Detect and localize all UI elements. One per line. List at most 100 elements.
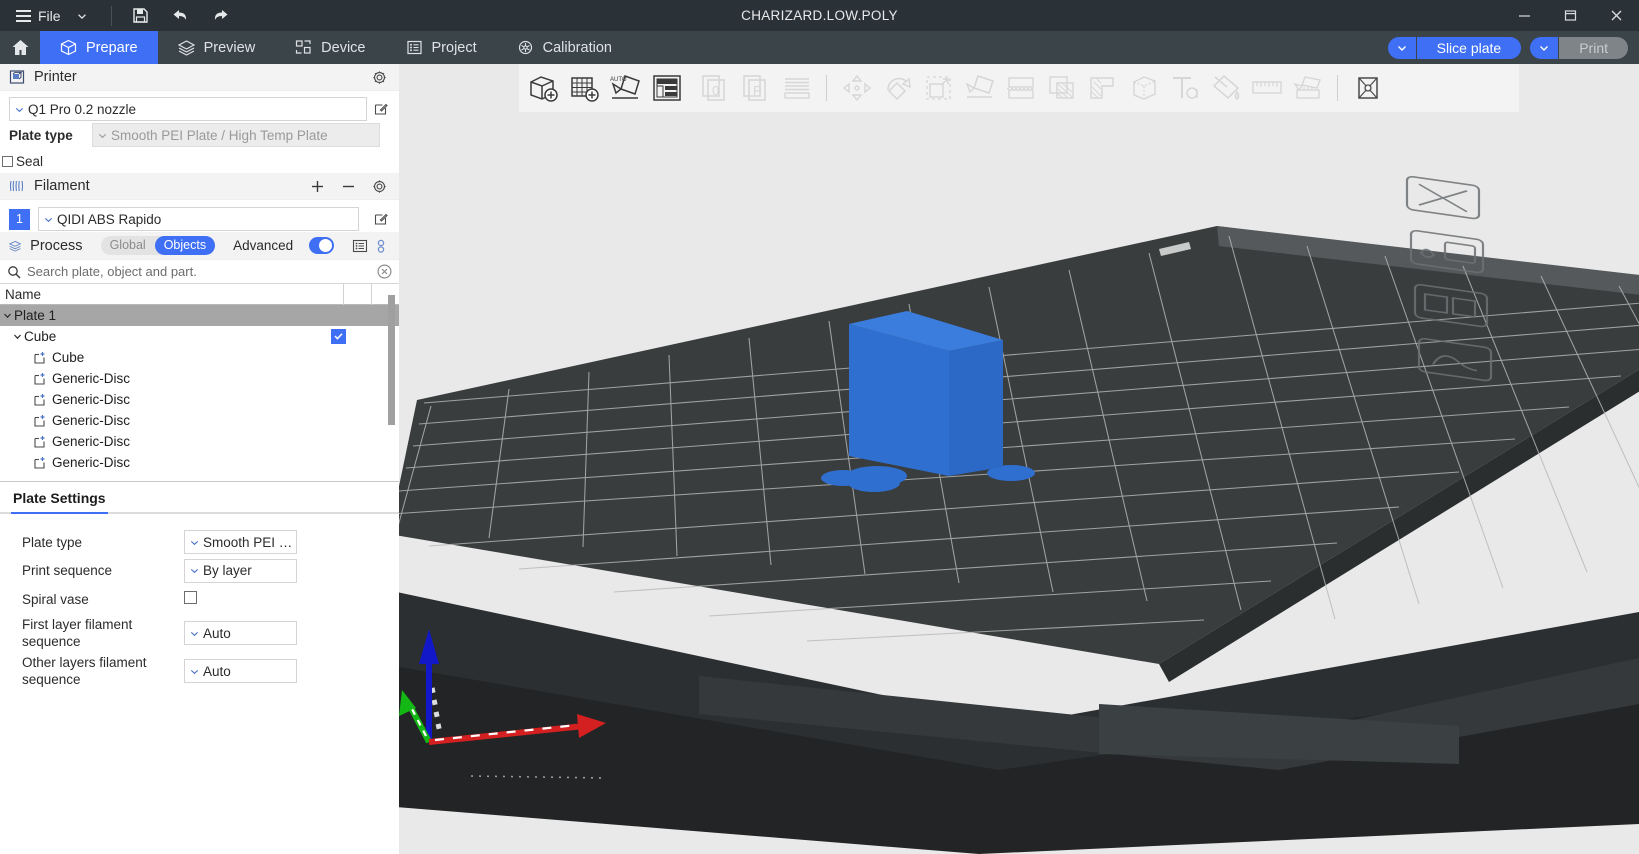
advanced-toggle[interactable] [309, 237, 335, 254]
slice-plate-button[interactable]: Slice plate [1416, 36, 1522, 59]
3d-viewport[interactable]: AUTO 0 P [399, 64, 1639, 854]
plate-type-setting-combo[interactable]: Smooth PEI … [184, 530, 297, 554]
add-filament-0-button[interactable]: 0 [694, 68, 735, 109]
minimize-icon [1518, 15, 1530, 17]
seal-row[interactable]: Seal [0, 149, 399, 173]
move-button[interactable] [836, 68, 877, 109]
slice-dropdown-button[interactable] [1387, 36, 1416, 59]
tab-project[interactable]: Project [386, 31, 497, 64]
table-row[interactable]: Plate 1 [0, 305, 399, 326]
measure-button[interactable] [1246, 68, 1287, 109]
table-row[interactable]: Generic-Disc [0, 452, 399, 473]
process-scope-objects[interactable]: Objects [154, 236, 216, 255]
print-sequence-setting-row: Print sequence By layer [0, 556, 399, 585]
filament-settings-button[interactable] [368, 175, 390, 197]
filament-section-header: Filament [0, 173, 399, 200]
row-visibility-checkbox[interactable] [331, 329, 346, 344]
place-on-face-icon [965, 75, 994, 98]
printer-preset-row: Q1 Pro 0.2 nozzle [0, 91, 399, 121]
fuzzy-skin-button[interactable] [1123, 68, 1164, 109]
process-scope-global[interactable]: Global [101, 236, 155, 255]
first-layer-filament-sequence-combo[interactable]: Auto [184, 621, 297, 645]
table-row[interactable]: Generic-Disc [0, 431, 399, 452]
printer-edit-button[interactable] [372, 100, 390, 118]
file-menu-label: File [38, 7, 61, 24]
edit-icon [374, 103, 388, 115]
table-row[interactable]: Generic-Disc [0, 389, 399, 410]
other-layers-filament-sequence-combo[interactable]: Auto [184, 659, 297, 683]
chevron-down-icon [190, 540, 199, 545]
add-filament-0-icon: 0 [701, 75, 725, 101]
color-painting-button[interactable] [1205, 68, 1246, 109]
table-row[interactable]: Generic-Disc [0, 368, 399, 389]
object-list-scrollbar-thumb[interactable] [388, 295, 395, 425]
process-settings-button[interactable] [377, 235, 390, 257]
tab-device[interactable]: Device [275, 31, 385, 64]
rotate-button[interactable] [877, 68, 918, 109]
tab-prepare[interactable]: Prepare [40, 31, 158, 64]
plate-type-setting-row: Plate type Smooth PEI … [0, 528, 399, 556]
simplify-button[interactable] [1347, 68, 1388, 109]
redo-button[interactable] [206, 3, 236, 29]
text-button[interactable] [1164, 68, 1205, 109]
menu-dropdown-button[interactable] [67, 3, 97, 29]
process-scope-toggle[interactable]: Global Objects [100, 236, 216, 255]
close-button[interactable] [1593, 0, 1639, 31]
printer-preset-combo[interactable]: Q1 Pro 0.2 nozzle [9, 97, 367, 121]
remove-filament-button[interactable] [337, 175, 359, 197]
minimize-button[interactable] [1501, 0, 1547, 31]
support-painting-button[interactable] [1041, 68, 1082, 109]
undo-button[interactable] [166, 3, 196, 29]
table-row[interactable]: Cube [0, 326, 399, 347]
expand-chevron-icon[interactable] [10, 331, 24, 342]
list-view-button[interactable] [351, 235, 368, 257]
clear-circle-icon[interactable] [377, 264, 392, 279]
save-button[interactable] [126, 3, 156, 29]
part-add-icon [34, 414, 47, 427]
table-row[interactable]: Generic-Disc [0, 410, 399, 431]
home-button[interactable] [0, 31, 40, 64]
add-object-icon [529, 76, 558, 102]
slice-plate-button-group[interactable]: Slice plate [1387, 36, 1522, 59]
object-search-bar[interactable] [0, 260, 399, 284]
auto-arrange-button[interactable]: AUTO [605, 68, 646, 109]
print-sequence-combo[interactable]: By layer [184, 558, 297, 583]
table-row[interactable]: Cube [0, 347, 399, 368]
part-add-icon [34, 435, 47, 448]
print-button-group[interactable]: Print [1530, 36, 1628, 59]
expand-chevron-icon[interactable] [0, 310, 14, 321]
layout-icon [652, 75, 681, 101]
plate-type-combo[interactable]: Smooth PEI Plate / High Temp Plate [92, 123, 380, 147]
variable-layer-height-button[interactable] [776, 68, 817, 109]
minus-icon [342, 185, 354, 187]
scale-button[interactable] [918, 68, 959, 109]
print-button[interactable]: Print [1559, 36, 1628, 59]
cut-button[interactable] [1000, 68, 1041, 109]
filament-preset-combo[interactable]: QIDI ABS Rapido [38, 207, 359, 231]
print-dropdown-button[interactable] [1530, 36, 1559, 59]
toolbar-left-gap [399, 64, 519, 112]
brim-disc [847, 466, 907, 486]
add-filament-button[interactable] [306, 175, 328, 197]
place-on-face-button[interactable] [959, 68, 1000, 109]
tab-preview[interactable]: Preview [158, 31, 276, 64]
layout-button[interactable] [646, 68, 687, 109]
add-plate-button[interactable] [564, 68, 605, 109]
settings-dots-icon [377, 239, 385, 253]
tab-calibration[interactable]: Calibration [497, 31, 632, 64]
simplify-icon [1357, 77, 1378, 99]
add-object-button[interactable] [523, 68, 564, 109]
printer-settings-button[interactable] [368, 66, 390, 88]
file-menu-button[interactable]: File [10, 5, 67, 27]
assembly-button[interactable] [1287, 68, 1328, 109]
spiral-vase-checkbox[interactable] [184, 590, 197, 604]
add-filament-p-button[interactable]: P [735, 68, 776, 109]
filament-edit-button[interactable] [372, 210, 390, 228]
object-list-scrollbar-track[interactable] [388, 295, 395, 463]
spiral-vase-setting-row: Spiral vase [0, 585, 399, 614]
build-plate-scene[interactable] [399, 64, 1639, 854]
seal-checkbox[interactable] [2, 155, 13, 167]
search-input[interactable] [27, 264, 371, 279]
seam-painting-button[interactable] [1082, 68, 1123, 109]
maximize-button[interactable] [1547, 0, 1593, 31]
